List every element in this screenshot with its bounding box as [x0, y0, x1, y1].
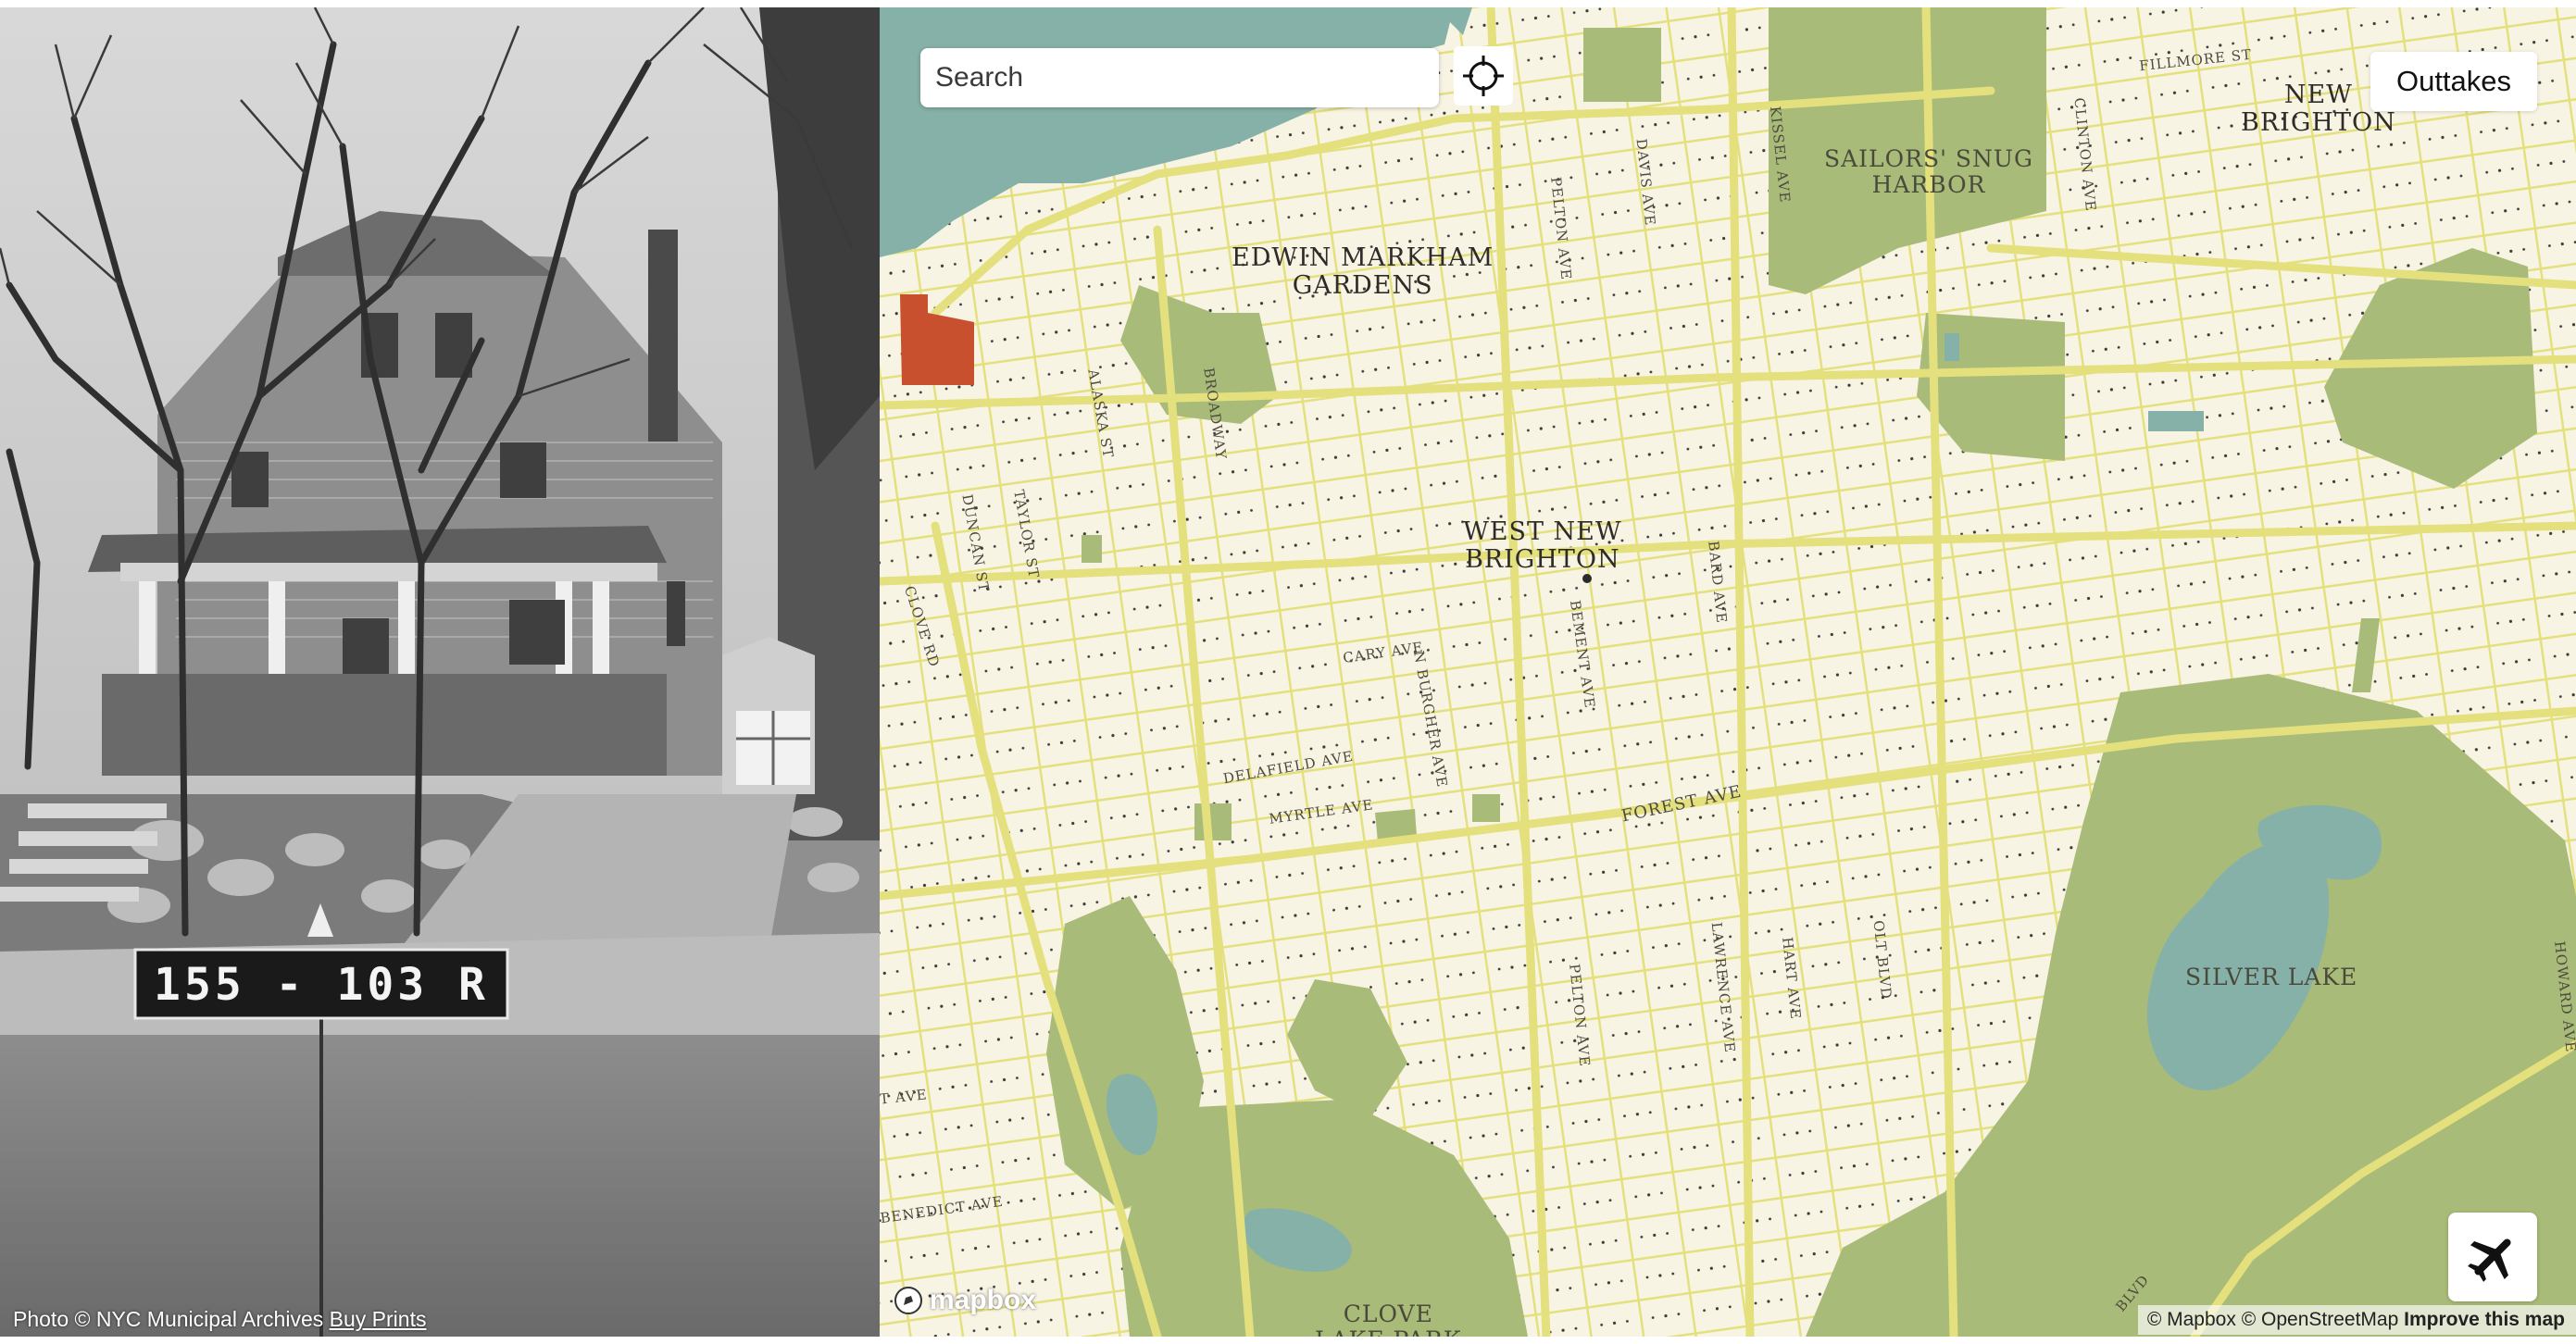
label-line: LAKE PARK	[1315, 1327, 1462, 1338]
historic-photo: 155 - 103 R	[0, 7, 880, 1337]
crosshair-icon	[1463, 56, 1504, 96]
historic-photo-panel: 155 - 103 R Photo © NYC Municipal Archiv…	[0, 7, 880, 1337]
buy-prints-link[interactable]: Buy Prints	[330, 1307, 427, 1331]
label-west-new-brighton: WEST NEW BRIGHTON	[1463, 518, 1622, 574]
airplane-icon	[2468, 1238, 2511, 1282]
close-icon	[804, 59, 880, 1337]
label-line: CLOVE	[1343, 1300, 1433, 1327]
bottom-border	[0, 1337, 2576, 1344]
osm-attribution-link[interactable]: © OpenStreetMap	[2242, 1309, 2399, 1330]
mapbox-logo[interactable]: mapbox	[893, 1285, 1036, 1316]
search-box[interactable]	[920, 48, 1439, 107]
mapbox-attribution-link[interactable]: © Mapbox	[2147, 1309, 2236, 1330]
locate-button[interactable]	[1454, 46, 1513, 106]
label-edwin-markham-gardens: EDWIN MARKHAM GARDENS	[1232, 244, 1494, 300]
label-line: GARDENS	[1292, 271, 1433, 300]
street-map[interactable]	[880, 7, 2576, 1337]
mapbox-logo-text: mapbox	[930, 1285, 1037, 1315]
map-panel[interactable]: NEW BRIGHTON EDWIN MARKHAM GARDENS WEST …	[880, 7, 2576, 1337]
label-line: EDWIN MARKHAM	[1232, 243, 1494, 272]
label-line: SAILORS' SNUG	[1824, 145, 2033, 172]
improve-map-link[interactable]: Improve this map	[2404, 1309, 2565, 1330]
photo-credit: Photo © NYC Municipal Archives Buy Print…	[13, 1307, 426, 1332]
photo-sign-text: 155 - 103 R	[154, 959, 489, 1011]
label-sailors-snug-harbor: SAILORS' SNUG HARBOR	[1824, 146, 2033, 198]
label-silver-lake: SILVER LAKE	[2185, 964, 2358, 990]
app-window: 155 - 103 R Photo © NYC Municipal Archiv…	[0, 0, 2576, 1344]
label-line: HARBOR	[1871, 171, 1986, 198]
photo-credit-text: Photo © NYC Municipal Archives	[13, 1307, 324, 1331]
outtakes-button[interactable]: Outtakes	[2370, 52, 2537, 111]
label-line: WEST NEW	[1463, 517, 1622, 546]
label-line: BRIGHTON	[1464, 545, 1620, 574]
search-input[interactable]	[920, 48, 1439, 107]
label-clove-lake-park: CLOVE LAKE PARK	[1315, 1300, 1462, 1338]
mapbox-icon	[894, 1287, 922, 1314]
map-attribution: © Mapbox © OpenStreetMap Improve this ma…	[2137, 1305, 2576, 1335]
close-button[interactable]	[804, 59, 852, 107]
label-line: BRIGHTON	[2241, 108, 2396, 137]
aerial-view-button[interactable]	[2448, 1213, 2537, 1301]
